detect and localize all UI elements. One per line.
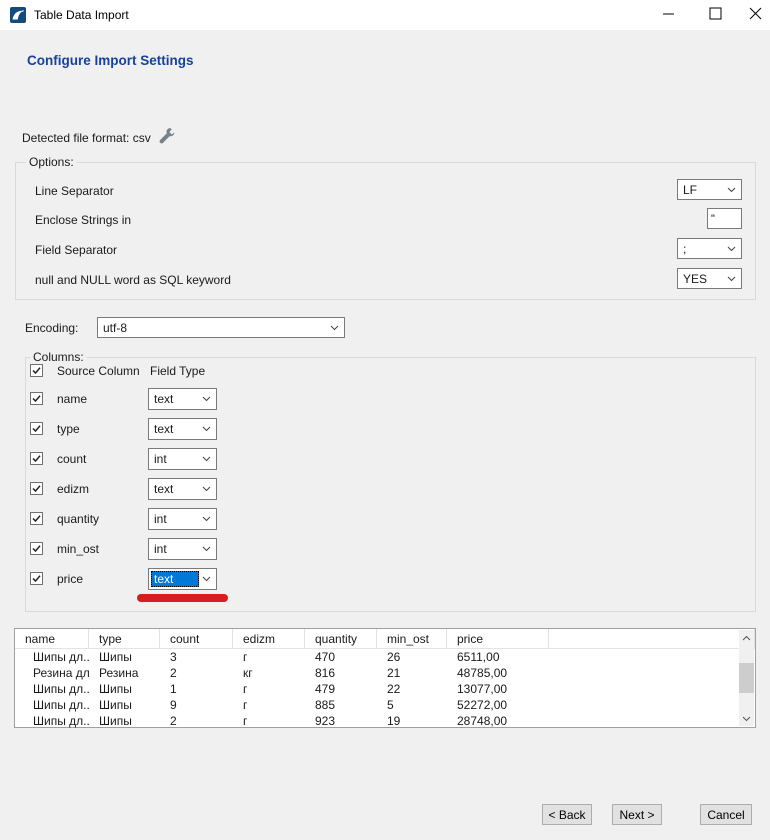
- chevron-down-icon: [199, 486, 216, 492]
- enclose-strings-input[interactable]: [707, 208, 742, 229]
- col-header[interactable]: count: [160, 629, 233, 648]
- close-icon: [749, 7, 762, 23]
- column-checkbox-edizm[interactable]: [30, 482, 43, 495]
- column-checkbox-quantity[interactable]: [30, 512, 43, 525]
- preview-table-header: name type count edizm quantity min_ost p…: [15, 629, 755, 649]
- wrench-icon[interactable]: [158, 127, 175, 147]
- source-column-header: Source Column: [57, 364, 140, 378]
- mysql-dolphin-icon: [10, 7, 26, 23]
- col-header[interactable]: type: [89, 629, 160, 648]
- field-separator-label: Field Separator: [35, 243, 117, 257]
- minimize-icon: [662, 7, 675, 23]
- chevron-down-icon: [199, 576, 216, 582]
- next-button[interactable]: Next >: [612, 804, 662, 825]
- null-keyword-label: null and NULL word as SQL keyword: [35, 273, 231, 287]
- table-row: Шипы дл... Шипы 3 г 470 26 6511,00: [15, 649, 755, 665]
- chevron-down-icon: [199, 546, 216, 552]
- column-label-price: price: [57, 572, 83, 586]
- line-separator-select[interactable]: LF: [677, 179, 742, 200]
- maximize-button[interactable]: [695, 0, 735, 30]
- detected-format-value: csv: [133, 131, 151, 145]
- minimize-button[interactable]: [648, 0, 688, 30]
- table-row: Шипы дл... Шипы 2 г 923 19 28748,00: [15, 713, 755, 729]
- title-bar: Table Data Import: [0, 0, 770, 30]
- close-button[interactable]: [740, 0, 770, 30]
- field-type-select-edizm[interactable]: text: [148, 478, 217, 500]
- table-row: Шипы дл... Шипы 9 г 885 5 52272,00: [15, 697, 755, 713]
- column-label-edizm: edizm: [57, 482, 89, 496]
- col-header[interactable]: name: [15, 629, 89, 648]
- chevron-down-icon: [724, 276, 741, 282]
- line-separator-label: Line Separator: [35, 184, 114, 198]
- chevron-down-icon: [199, 426, 216, 432]
- field-type-select-name[interactable]: text: [148, 388, 217, 410]
- field-type-header: Field Type: [150, 364, 205, 378]
- column-checkbox-min-ost[interactable]: [30, 542, 43, 555]
- detected-format-label: Detected file format: csv: [22, 131, 151, 145]
- field-type-select-price[interactable]: text: [148, 568, 217, 590]
- field-type-select-count[interactable]: int: [148, 448, 217, 470]
- column-checkbox-name[interactable]: [30, 392, 43, 405]
- chevron-down-icon: [724, 187, 741, 193]
- columns-legend: Columns:: [30, 350, 87, 364]
- chevron-down-icon: [724, 246, 741, 252]
- column-checkbox-count[interactable]: [30, 452, 43, 465]
- field-type-select-min-ost[interactable]: int: [148, 538, 217, 560]
- chevron-down-icon: [327, 325, 344, 331]
- options-legend: Options:: [26, 155, 77, 169]
- col-header[interactable]: quantity: [305, 629, 377, 648]
- chevron-down-icon: [199, 396, 216, 402]
- field-type-select-quantity[interactable]: int: [148, 508, 217, 530]
- column-label-quantity: quantity: [57, 512, 99, 526]
- vertical-scrollbar[interactable]: [739, 630, 754, 726]
- table-data-import-dialog: Table Data Import Configure Import Setti…: [0, 0, 770, 840]
- table-row: Резина дл... Резина 2 кг 816 21 48785,00: [15, 665, 755, 681]
- column-checkbox-type[interactable]: [30, 422, 43, 435]
- column-label-min-ost: min_ost: [57, 542, 99, 556]
- cancel-button[interactable]: Cancel: [700, 804, 752, 825]
- page-title: Configure Import Settings: [27, 53, 194, 68]
- preview-table: name type count edizm quantity min_ost p…: [14, 628, 756, 728]
- encoding-select[interactable]: utf-8: [97, 317, 345, 338]
- encoding-label: Encoding:: [25, 321, 78, 335]
- enclose-strings-label: Enclose Strings in: [35, 213, 131, 227]
- window-title: Table Data Import: [34, 8, 129, 22]
- null-keyword-select[interactable]: YES: [677, 268, 742, 289]
- field-type-select-type[interactable]: text: [148, 418, 217, 440]
- col-header[interactable]: edizm: [233, 629, 305, 648]
- scroll-down-icon[interactable]: [739, 711, 754, 726]
- maximize-icon: [709, 7, 722, 23]
- chevron-down-icon: [199, 516, 216, 522]
- columns-group: Columns:: [25, 357, 756, 612]
- column-label-type: type: [57, 422, 80, 436]
- back-button[interactable]: < Back: [542, 804, 592, 825]
- select-all-checkbox[interactable]: [30, 364, 43, 377]
- scrollbar-thumb[interactable]: [739, 663, 754, 693]
- col-header[interactable]: min_ost: [377, 629, 447, 648]
- column-label-count: count: [57, 452, 86, 466]
- column-label-name: name: [57, 392, 87, 406]
- red-marker-annotation: [137, 594, 228, 602]
- column-checkbox-price[interactable]: [30, 572, 43, 585]
- col-header[interactable]: price: [447, 629, 549, 648]
- chevron-down-icon: [199, 456, 216, 462]
- table-row: Шипы дл... Шипы 1 г 479 22 13077,00: [15, 681, 755, 697]
- field-separator-select[interactable]: ;: [677, 238, 742, 259]
- scroll-up-icon[interactable]: [739, 630, 754, 645]
